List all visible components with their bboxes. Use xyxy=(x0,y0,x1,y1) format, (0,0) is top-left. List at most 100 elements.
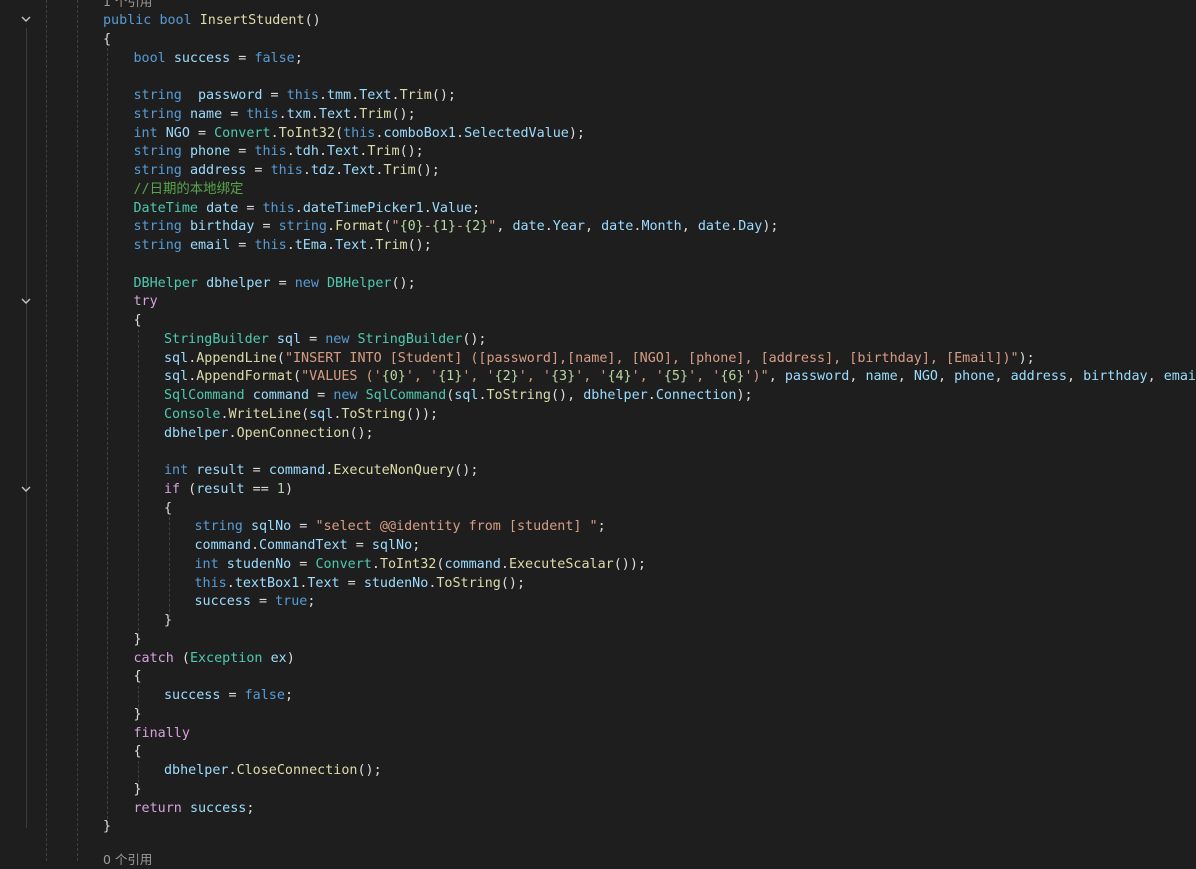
code-token: tmm xyxy=(327,88,352,103)
code-token: . xyxy=(478,388,487,403)
code-token: ( xyxy=(335,125,344,141)
code-token: birthday xyxy=(1083,369,1148,385)
code-line[interactable]: string name = this.txm.Text.Trim(); xyxy=(134,105,416,124)
code-line[interactable]: dbhelper.OpenConnection(); xyxy=(164,424,374,443)
code-token: { xyxy=(133,669,142,685)
code-token: StringBuilder xyxy=(164,331,269,347)
code-token: - xyxy=(423,219,432,235)
code-line[interactable]: dbhelper.CloseConnection(); xyxy=(164,761,382,780)
code-token: result xyxy=(196,481,245,497)
code-line[interactable]: string address = this.tdz.Text.Trim(); xyxy=(134,161,440,180)
code-token: . xyxy=(270,125,279,141)
code-token: SqlCommand xyxy=(365,388,447,403)
code-line[interactable]: try xyxy=(134,292,158,311)
collapse-if-icon[interactable] xyxy=(19,482,33,496)
collapse-try-icon[interactable] xyxy=(19,294,33,308)
code-line[interactable]: if (result == 1) xyxy=(164,480,293,499)
code-token: command xyxy=(194,538,251,553)
code-line[interactable]: success = true; xyxy=(195,592,316,611)
code-token: = xyxy=(291,556,316,572)
code-line[interactable]: string sqlNo = "select @@identity from [… xyxy=(195,517,606,536)
code-token: Text xyxy=(359,88,392,103)
code-token: "VALUES (' xyxy=(301,369,382,385)
code-token: sqlNo xyxy=(371,538,413,553)
code-token: ); xyxy=(1018,350,1035,366)
code-token: Year xyxy=(552,219,585,235)
code-token: dateTimePicker1 xyxy=(302,200,424,216)
code-token: Text xyxy=(327,144,360,160)
code-line[interactable]: string birthday = string.Format("{0}-{1}… xyxy=(134,217,779,236)
code-token: ExecuteScalar xyxy=(508,556,614,572)
code-line[interactable]: } xyxy=(134,705,142,724)
code-token: tdh xyxy=(294,144,319,160)
code-line[interactable]: { xyxy=(103,30,111,49)
code-token: {1} xyxy=(431,219,456,235)
codelens-reference-count[interactable]: 0 个引用 xyxy=(103,850,152,869)
code-token: command xyxy=(268,463,326,478)
code-line[interactable]: catch (Exception ex) xyxy=(134,649,295,668)
code-line[interactable]: SqlCommand command = new SqlCommand(sql.… xyxy=(164,386,753,405)
code-token: (); xyxy=(349,425,374,441)
code-line[interactable]: DBHelper dbhelper = new DBHelper(); xyxy=(134,274,416,293)
code-line[interactable]: return success; xyxy=(134,799,255,818)
code-token: , xyxy=(768,369,785,385)
code-line[interactable]: Console.WriteLine(sql.ToString()); xyxy=(164,405,438,424)
code-token: ', ' xyxy=(575,369,608,385)
code-token: SelectedValue xyxy=(464,125,569,141)
code-token: . xyxy=(730,219,739,235)
code-token: = xyxy=(244,463,269,478)
code-token: = xyxy=(250,594,276,610)
code-line[interactable]: this.textBox1.Text = studenNo.ToString()… xyxy=(195,574,526,593)
code-line[interactable]: } xyxy=(103,817,111,836)
code-line[interactable]: finally xyxy=(134,724,190,743)
code-token: string xyxy=(194,519,243,535)
code-line[interactable]: int studenNo = Convert.ToInt32(command.E… xyxy=(195,555,647,574)
code-token: NGO xyxy=(165,125,190,141)
code-line[interactable]: success = false; xyxy=(164,686,293,705)
code-line[interactable]: StringBuilder sql = new StringBuilder(); xyxy=(164,330,487,349)
code-line[interactable]: int NGO = Convert.ToInt32(this.comboBox1… xyxy=(134,124,586,143)
code-token: public xyxy=(103,13,152,28)
code-token: (); xyxy=(357,763,382,778)
code-line[interactable]: sql.AppendFormat("VALUES ('{0}', '{1}', … xyxy=(164,367,1196,386)
code-line[interactable]: { xyxy=(134,742,142,761)
code-token: , xyxy=(1067,369,1084,385)
code-line[interactable]: { xyxy=(164,499,172,518)
code-line[interactable]: { xyxy=(134,311,142,330)
code-line[interactable]: string email = this.tEma.Text.Trim(); xyxy=(134,236,432,255)
code-editor[interactable]: 1 个引用 public bool InsertStudent(){bool s… xyxy=(0,0,1196,867)
code-token: = xyxy=(230,238,255,253)
code-line[interactable]: sql.AppendLine("INSERT INTO [Student] ([… xyxy=(164,349,1035,368)
codelens-reference-count[interactable]: 1 个引用 xyxy=(103,0,152,11)
code-line[interactable]: string phone = this.tdh.Text.Trim(); xyxy=(134,142,424,161)
collapse-method-icon[interactable] xyxy=(19,12,33,26)
code-line[interactable]: int result = command.ExecuteNonQuery(); xyxy=(164,461,478,480)
code-line[interactable]: bool success = false; xyxy=(134,49,303,68)
code-line[interactable]: public bool InsertStudent() xyxy=(103,11,321,30)
code-line[interactable]: } xyxy=(164,611,172,630)
code-token: ( xyxy=(301,406,310,422)
code-line[interactable]: { xyxy=(134,667,142,686)
code-line[interactable]: } xyxy=(134,630,142,649)
code-token: , xyxy=(585,219,602,235)
code-line[interactable]: } xyxy=(134,780,142,799)
code-line[interactable]: DateTime date = this.dateTimePicker1.Val… xyxy=(134,199,481,218)
code-token: ', ' xyxy=(462,369,495,385)
code-token: , xyxy=(681,219,698,235)
code-token: "select @@identity from [student] " xyxy=(315,519,598,535)
code-line[interactable]: string password = this.tmm.Text.Trim(); xyxy=(134,86,457,105)
code-token: = xyxy=(230,144,255,160)
code-line[interactable]: //日期的本地绑定 xyxy=(134,180,244,199)
code-token: (); xyxy=(454,463,479,478)
code-token: ExecuteNonQuery xyxy=(333,463,455,478)
code-token: success xyxy=(194,594,251,610)
code-token: date xyxy=(601,219,634,235)
code-line[interactable]: command.CommandText = sqlNo; xyxy=(195,536,421,555)
code-token: DateTime xyxy=(133,200,199,216)
code-token: . xyxy=(544,219,553,235)
